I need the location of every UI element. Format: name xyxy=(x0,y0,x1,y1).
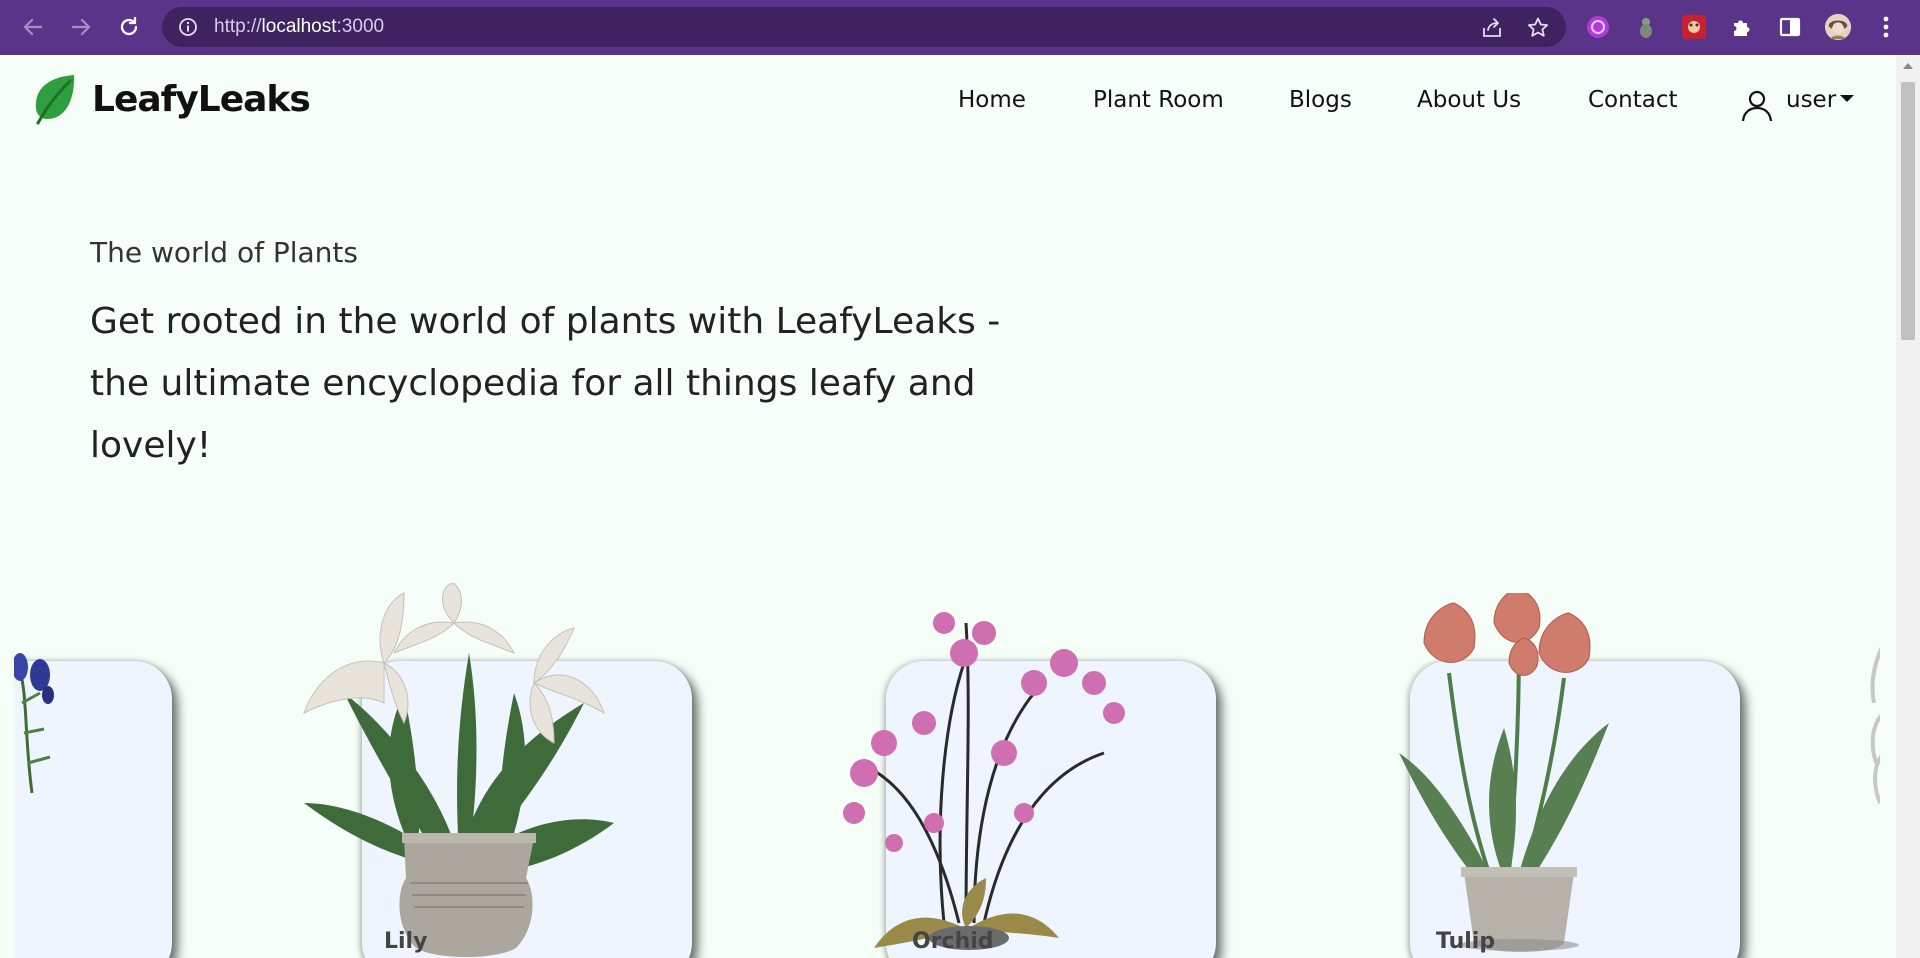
scroll-up-arrow-icon[interactable] xyxy=(1903,63,1913,69)
nav-blogs[interactable]: Blogs xyxy=(1289,86,1352,114)
extension-purple-icon[interactable] xyxy=(1584,13,1612,41)
forward-arrow-icon xyxy=(71,18,91,36)
extensions-button[interactable] xyxy=(1728,13,1756,41)
url-host: localhost xyxy=(261,16,337,37)
tulip-plant-image xyxy=(1399,593,1609,952)
scrollbar-thumb[interactable] xyxy=(1901,82,1915,340)
nav-contact[interactable]: Contact xyxy=(1588,86,1677,114)
puzzle-icon xyxy=(1734,20,1750,36)
web-page: LeafyLeaks Home Plant Room Blogs About U… xyxy=(0,55,1896,958)
share-icon[interactable] xyxy=(1480,16,1504,40)
nav-home[interactable]: Home xyxy=(958,86,1026,114)
browser-toolbar: http://localhost:3000 xyxy=(0,0,1920,55)
card-label-tulip: Tulip xyxy=(1436,929,1496,954)
user-dropdown[interactable]: user xyxy=(1786,86,1855,114)
leaf-logo-icon[interactable] xyxy=(30,73,78,125)
side-panel-button[interactable] xyxy=(1776,13,1804,41)
back-button[interactable] xyxy=(18,12,48,42)
extension-red-icon[interactable] xyxy=(1680,13,1708,41)
card-label-orchid: Orchid xyxy=(912,929,994,954)
reload-icon xyxy=(120,16,138,36)
hero-subtitle: The world of Plants xyxy=(90,236,358,269)
url-scheme: http:// xyxy=(214,16,262,37)
nav-plant-room[interactable]: Plant Room xyxy=(1093,86,1224,114)
site-info-icon[interactable] xyxy=(178,17,198,37)
acorn-icon xyxy=(1640,18,1652,38)
user-icon[interactable] xyxy=(1740,88,1774,122)
reload-button[interactable] xyxy=(114,12,144,42)
brand-name[interactable]: LeafyLeaks xyxy=(92,79,311,121)
card-label-lily: Lily xyxy=(384,929,428,954)
purple-circle-icon xyxy=(1587,16,1609,38)
red-bug-icon xyxy=(1682,15,1706,39)
orchid-plant-image xyxy=(843,612,1125,950)
forward-button[interactable] xyxy=(66,12,96,42)
dropdown-caret-icon xyxy=(1840,95,1855,102)
bluebell-plant-image xyxy=(14,653,54,794)
back-arrow-icon xyxy=(23,18,43,36)
extension-grey-icon[interactable] xyxy=(1632,13,1660,41)
url-port: :3000 xyxy=(336,16,385,37)
partial-right-plant-image xyxy=(1870,646,1880,804)
address-bar[interactable]: http://localhost:3000 xyxy=(162,7,1566,47)
page-scrollbar[interactable] xyxy=(1896,55,1920,958)
profile-button[interactable] xyxy=(1824,13,1852,41)
hero-title: Get rooted in the world of plants with L… xyxy=(90,301,1001,466)
profile-avatar-icon xyxy=(1824,13,1852,41)
more-vertical-icon xyxy=(1883,16,1889,38)
user-name: user xyxy=(1786,87,1837,113)
browser-menu-button[interactable] xyxy=(1872,13,1900,41)
nav-about-us[interactable]: About Us xyxy=(1417,86,1521,114)
url-text[interactable]: http://localhost:3000 xyxy=(214,17,384,37)
plant-carousel[interactable]: Lily Orchid Tulip xyxy=(14,493,1880,958)
lily-plant-image xyxy=(303,583,614,957)
side-panel-icon xyxy=(1779,17,1801,37)
bookmark-star-icon[interactable] xyxy=(1526,16,1550,40)
